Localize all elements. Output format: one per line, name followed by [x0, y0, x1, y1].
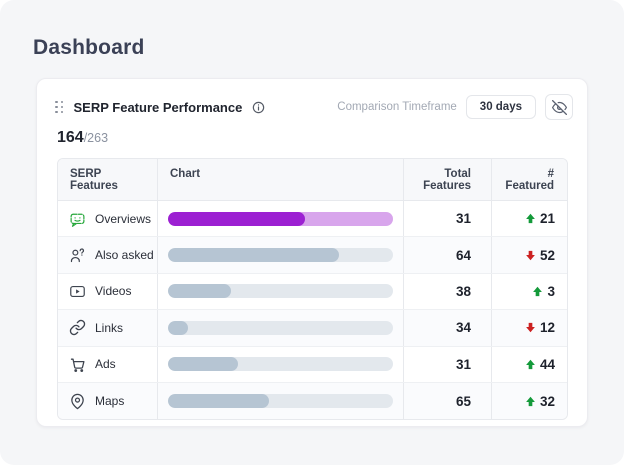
- bar-track: [168, 248, 393, 263]
- bar-track: [168, 320, 393, 335]
- card-title: SERP Feature Performance: [73, 99, 243, 115]
- timeframe-select[interactable]: 30 days: [465, 95, 536, 119]
- featured-count: 164 /263: [37, 120, 587, 147]
- bar-fill: [168, 248, 339, 263]
- link-icon: [69, 319, 86, 336]
- featured-count-total: /263: [83, 131, 109, 145]
- bar-fill: [168, 394, 270, 409]
- video-icon: [69, 283, 86, 300]
- table-row-ads: Ads 31 44: [58, 346, 567, 383]
- trend-arrow-icon: [525, 250, 536, 261]
- col-header-serp-features: SERP Features: [58, 159, 158, 200]
- featured-change-value: 32: [539, 393, 555, 409]
- serp-performance-card: SERP Feature Performance Comparison Time…: [36, 78, 588, 427]
- trend-arrow-icon: [525, 213, 536, 224]
- serp-features-table: SERP Features Chart Total Features # Fea…: [57, 158, 568, 421]
- total-features-value: 31: [404, 201, 492, 237]
- featured-change-value: 44: [539, 356, 555, 372]
- cart-icon: [69, 356, 86, 373]
- col-header-chart: Chart: [158, 159, 404, 200]
- trend-arrow-icon: [525, 396, 536, 407]
- featured-change-value: 21: [539, 211, 555, 227]
- card-header: SERP Feature Performance Comparison Time…: [37, 79, 587, 120]
- featured-change-value: 12: [539, 320, 555, 336]
- trend-arrow-icon: [532, 286, 543, 297]
- table-header-row: SERP Features Chart Total Features # Fea…: [58, 159, 567, 201]
- table-row-videos: Videos 38 3: [58, 273, 567, 311]
- featured-count-current: 164: [57, 129, 84, 146]
- col-header-featured: # Featured: [505, 168, 554, 192]
- feature-label: Maps: [95, 394, 125, 409]
- page-title: Dashboard: [33, 36, 145, 59]
- drag-handle-icon[interactable]: [53, 99, 66, 116]
- total-features-value: 34: [404, 310, 492, 346]
- table-row-overviews: Overviews 31 21: [58, 201, 567, 238]
- total-features-value: 31: [404, 346, 492, 382]
- bar-track: [168, 394, 393, 409]
- bar-track: [168, 211, 393, 226]
- col-header-total-features: Total Features: [404, 159, 492, 200]
- total-features-value: 64: [404, 237, 492, 273]
- feature-label: Ads: [95, 357, 116, 372]
- table-row-links: Links 34 12: [58, 310, 567, 347]
- info-icon[interactable]: [252, 101, 265, 114]
- bar-fill: [168, 211, 306, 226]
- comparison-timeframe-label: Comparison Timeframe: [337, 101, 457, 113]
- table-row-maps: Maps 65 32: [58, 382, 567, 420]
- total-features-value: 65: [404, 382, 492, 420]
- bar-track: [168, 357, 393, 372]
- feature-label: Overviews: [95, 211, 152, 226]
- bar-fill: [168, 357, 238, 372]
- featured-change-value: 52: [539, 247, 555, 263]
- feature-label: Links: [95, 320, 124, 335]
- ai-overviews-icon: [69, 210, 86, 228]
- eye-off-icon: [551, 99, 567, 115]
- feature-label: Videos: [95, 284, 132, 299]
- trend-arrow-icon: [525, 322, 536, 333]
- page-background: Dashboard SERP Feature Performance Compa…: [0, 0, 624, 465]
- featured-change-value: 3: [547, 283, 555, 299]
- trend-arrow-icon: [525, 359, 536, 370]
- total-features-value: 38: [404, 273, 492, 310]
- feature-label: Also asked: [95, 248, 154, 263]
- eye-off-button[interactable]: [545, 94, 573, 120]
- table-row-also-asked: Also asked 64 52: [58, 237, 567, 274]
- bar-fill: [168, 284, 231, 299]
- people-also-ask-icon: [69, 247, 86, 264]
- map-pin-icon: [69, 393, 86, 410]
- bar-track: [168, 284, 393, 299]
- bar-fill: [168, 320, 189, 335]
